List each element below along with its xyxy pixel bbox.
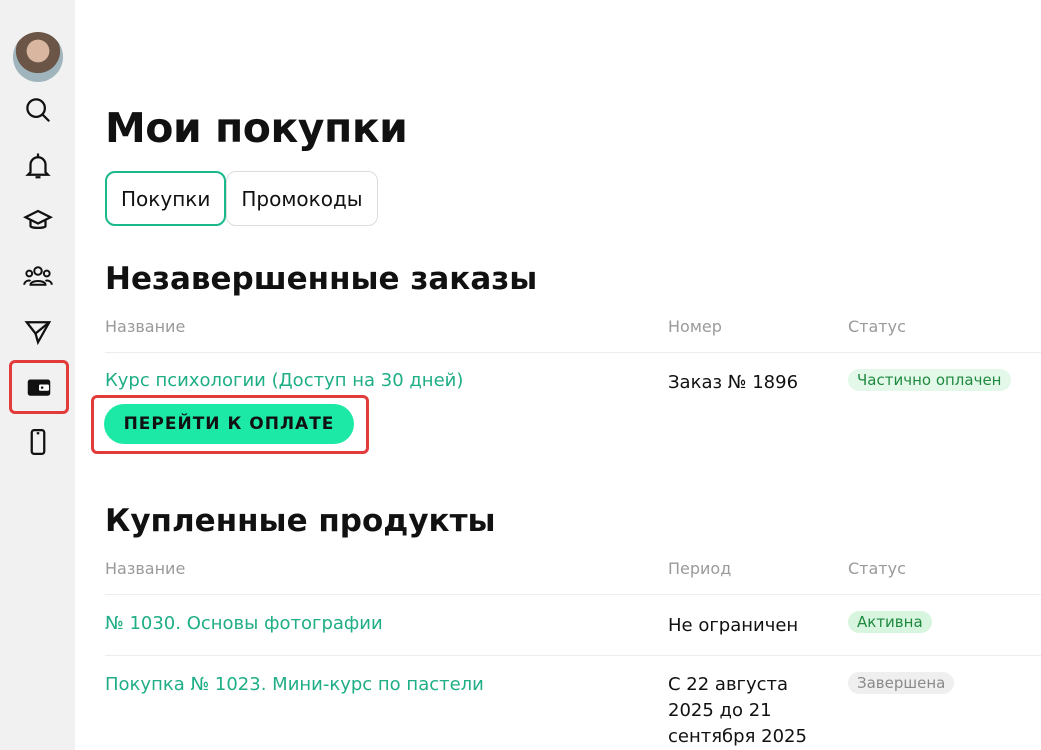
wallet-icon[interactable] [9,360,69,414]
phone-icon[interactable] [14,420,62,464]
go-to-payment-button[interactable]: ПЕРЕЙТИ К ОПЛАТЕ [104,404,354,444]
graduation-cap-icon[interactable] [14,199,62,243]
order-number: Заказ № 1896 [668,372,799,393]
column-header-period: Период [668,559,732,578]
order-name-link[interactable]: Курс психологии (Доступ на 30 дней) [105,370,463,391]
tab-promocodes[interactable]: Промокоды [226,171,378,226]
divider [105,655,1041,656]
column-header-name: Название [105,317,186,336]
avatar[interactable] [13,32,63,82]
divider [105,352,1041,353]
column-header-status: Статус [848,559,906,578]
purchased-products-heading: Купленные продукты [105,503,496,539]
users-icon[interactable] [14,254,62,298]
search-icon[interactable] [14,88,62,132]
product-name-link[interactable]: Покупка № 1023. Мини-курс по пастели [105,674,484,695]
send-icon[interactable] [14,309,62,353]
status-badge: Частично оплачен [848,369,1011,391]
page-title: Мои покупки [105,104,408,152]
bell-icon[interactable] [14,144,62,188]
pay-button-highlight: ПЕРЕЙТИ К ОПЛАТЕ [91,395,369,454]
tab-purchases[interactable]: Покупки [105,171,227,226]
unfinished-orders-heading: Незавершенные заказы [105,261,538,297]
tabs: Покупки Промокоды [105,171,378,226]
column-header-status: Статус [848,317,906,336]
product-period: С 22 августа 2025 до 21 сентября 2025 [668,674,807,747]
status-badge: Активна [848,611,932,633]
product-period: Не ограничен [668,615,799,636]
status-badge: Завершена [848,672,955,694]
sidebar [0,0,75,750]
divider [105,594,1041,595]
product-name-link[interactable]: № 1030. Основы фотографии [105,613,383,634]
column-header-number: Номер [668,317,722,336]
column-header-name: Название [105,559,186,578]
